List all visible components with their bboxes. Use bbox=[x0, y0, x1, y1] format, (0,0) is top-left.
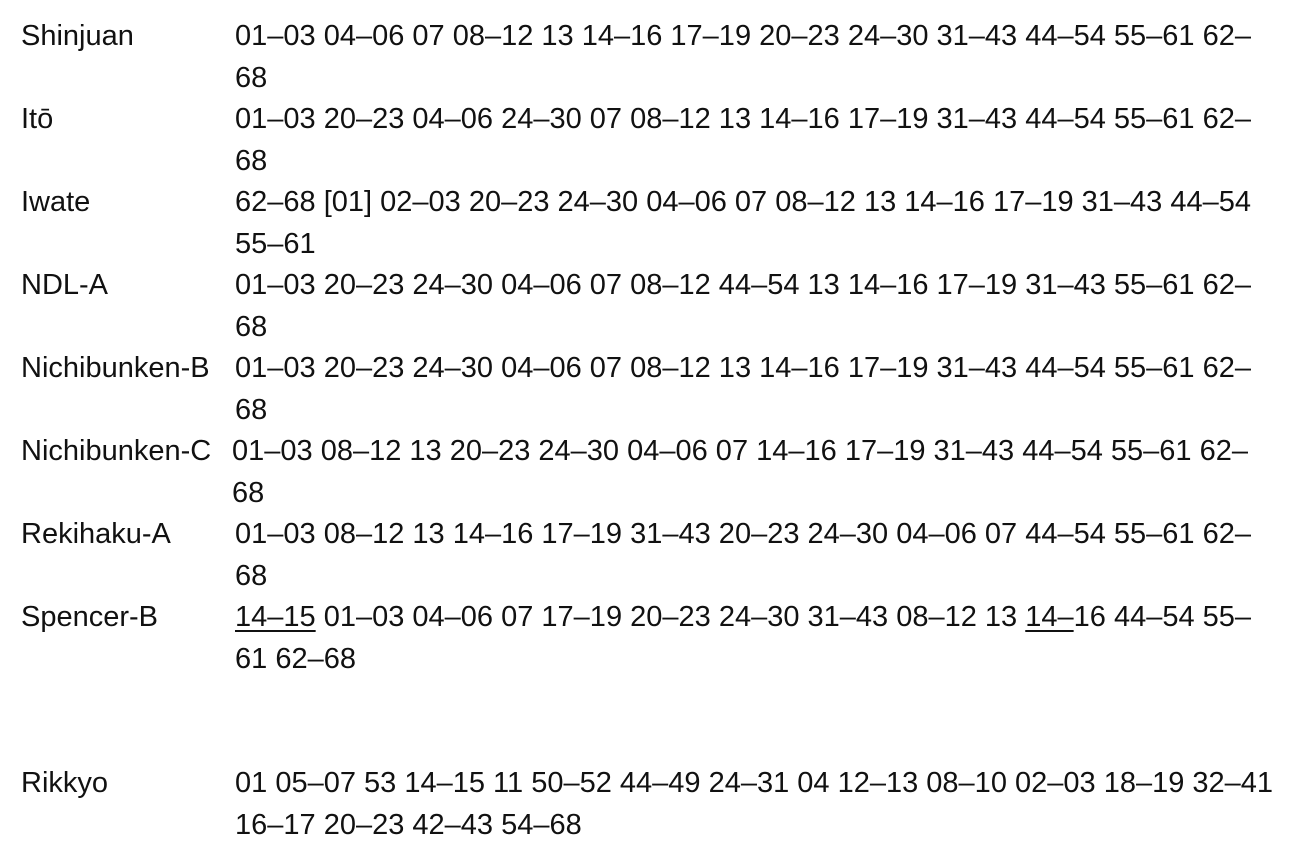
sequence-document: Shinjuan 01–03 04–06 07 08–12 13 14–16 1… bbox=[21, 16, 1281, 846]
underlined-segment: 14–15 bbox=[235, 601, 316, 633]
entry-label: Rikkyo bbox=[21, 767, 109, 799]
entry-sequence: 01–03 20–23 24–30 04–06 07 08–12 13 14–1… bbox=[235, 352, 1252, 426]
entry-label: Spencer-B bbox=[21, 601, 159, 633]
sequence-segment: 01–03 04–06 07 17–19 20–23 24–30 31–43 0… bbox=[315, 601, 1026, 633]
entry-rikkyo: Rikkyo 01 05–07 53 14–15 11 50–52 44–49 … bbox=[21, 763, 1281, 846]
entry-rekihaku-a: Rekihaku-A 01–03 08–12 13 14–16 17–19 31… bbox=[21, 514, 1281, 597]
entry-nichibunken-c: Nichibunken-C 01–03 08–12 13 20–23 24–30… bbox=[21, 431, 1281, 514]
entry-sequence: 01–03 04–06 07 08–12 13 14–16 17–19 20–2… bbox=[235, 20, 1252, 94]
entry-sequence: 01–03 20–23 24–30 04–06 07 08–12 44–54 1… bbox=[235, 269, 1252, 343]
entry-sequence: 01–03 20–23 04–06 24–30 07 08–12 13 14–1… bbox=[235, 103, 1252, 177]
entry-ito: Itō 01–03 20–23 04–06 24–30 07 08–12 13 … bbox=[21, 99, 1281, 182]
entry-sequence: 01–03 08–12 13 20–23 24–30 04–06 07 14–1… bbox=[232, 435, 1249, 509]
entry-label: Nichibunken-B bbox=[21, 352, 210, 384]
entry-spencer-b: Spencer-B 14–15 01–03 04–06 07 17–19 20–… bbox=[21, 597, 1281, 680]
entry-iwate: Iwate 62–68 [01] 02–03 20–23 24–30 04–06… bbox=[21, 182, 1281, 265]
entry-label: Itō bbox=[21, 103, 54, 135]
entry-sequence: 01 05–07 53 14–15 11 50–52 44–49 24–31 0… bbox=[235, 767, 1274, 841]
entry-label: Nichibunken-C bbox=[21, 435, 212, 467]
entry-ndl-a: NDL-A 01–03 20–23 24–30 04–06 07 08–12 4… bbox=[21, 265, 1281, 348]
entry-sequence: 01–03 08–12 13 14–16 17–19 31–43 20–23 2… bbox=[235, 518, 1252, 592]
underlined-segment: 14– bbox=[1025, 601, 1074, 633]
entry-label: Shinjuan bbox=[21, 20, 134, 52]
entry-label: NDL-A bbox=[21, 269, 109, 301]
entry-label: Rekihaku-A bbox=[21, 518, 171, 550]
entry-shinjuan: Shinjuan 01–03 04–06 07 08–12 13 14–16 1… bbox=[21, 16, 1281, 99]
entry-sequence: 62–68 [01] 02–03 20–23 24–30 04–06 07 08… bbox=[235, 186, 1251, 260]
entry-nichibunken-b: Nichibunken-B 01–03 20–23 24–30 04–06 07… bbox=[21, 348, 1281, 431]
entry-sequence: 14–15 01–03 04–06 07 17–19 20–23 24–30 3… bbox=[235, 597, 1281, 680]
entry-label: Iwate bbox=[21, 186, 91, 218]
